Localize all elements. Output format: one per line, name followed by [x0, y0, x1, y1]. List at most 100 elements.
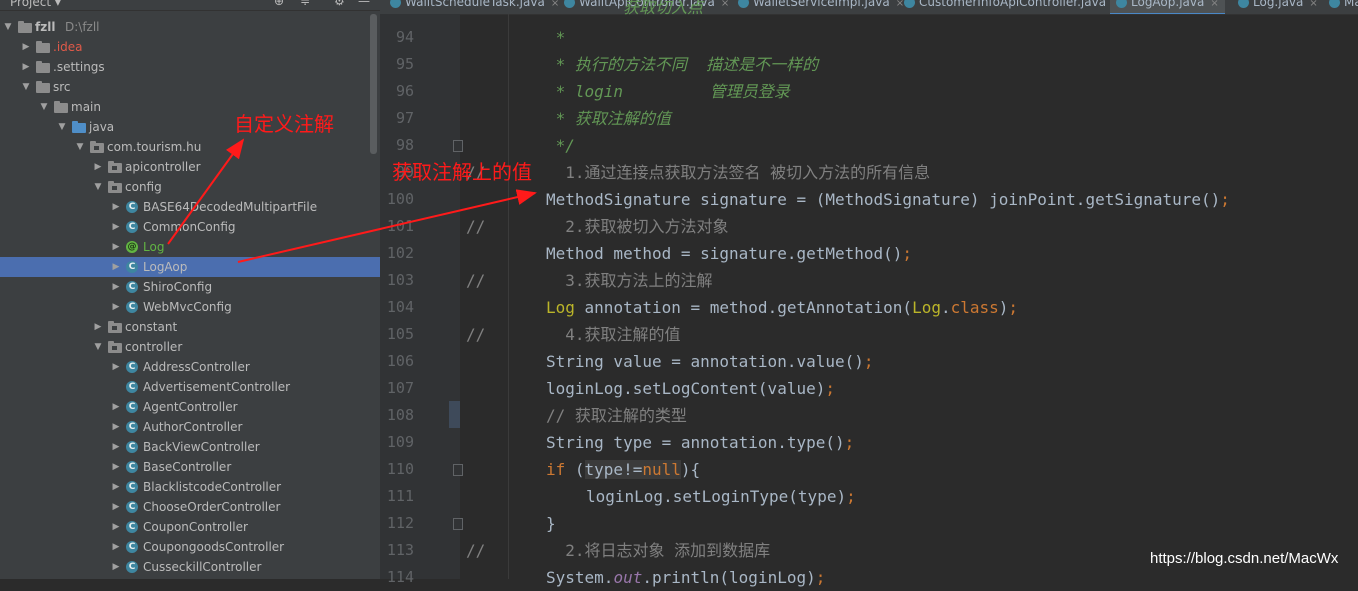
editor-tab[interactable]: Log.java × [1232, 0, 1324, 13]
code-line[interactable]: System.out.println(loginLog); [546, 564, 825, 591]
collapsed-arrow-icon[interactable]: ▶ [110, 237, 122, 257]
collapsed-arrow-icon[interactable]: ▶ [110, 277, 122, 297]
collapsed-arrow-icon[interactable]: ▶ [110, 557, 122, 577]
code-line[interactable]: if (type!=null){ [546, 456, 700, 483]
code-line[interactable]: // 获取注解的类型 [546, 402, 687, 429]
line-number: 102 [386, 244, 414, 262]
code-line[interactable]: * 获取注解的值 [546, 105, 671, 132]
code-line[interactable]: 3.获取方法上的注解 [546, 267, 712, 294]
collapsed-arrow-icon[interactable]: ▶ [110, 477, 122, 497]
close-tab-icon[interactable]: × [1210, 0, 1218, 9]
tree-item-idea[interactable]: ▶ .idea [0, 37, 380, 57]
collapsed-arrow-icon[interactable]: ▶ [110, 517, 122, 537]
project-scrollbar[interactable] [370, 14, 377, 154]
line-number: 96 [395, 82, 414, 100]
code-line[interactable]: 2.将日志对象 添加到数据库 [546, 537, 770, 564]
project-panel-title[interactable]: Project ▾ [10, 0, 61, 9]
collapsed-arrow-icon[interactable]: ▶ [110, 437, 122, 457]
tree-item-chooseordercontroller[interactable]: ▶ C ChooseOrderController [0, 497, 380, 517]
editor-tab[interactable]: WalletServiceImpl.java × [732, 0, 910, 13]
code-line[interactable]: * 执行的方法不同 描述是不一样的 [546, 51, 819, 78]
editor-tab[interactable]: Ma [1323, 0, 1358, 13]
code-line[interactable]: String type = annotation.type(); [546, 429, 854, 456]
tree-item-apicontroller[interactable]: ▶ apicontroller [0, 157, 380, 177]
editor-tab[interactable]: CustomerInfoApiController.java× [898, 0, 1126, 13]
code-line[interactable]: * login 管理员登录 [546, 78, 790, 105]
code-line[interactable]: */ [546, 132, 575, 159]
tree-item-com-tourism-hu[interactable]: ▼ com.tourism.hu [0, 137, 380, 157]
collapsed-arrow-icon[interactable]: ▶ [110, 297, 122, 317]
tree-item-backviewcontroller[interactable]: ▶ C BackViewController [0, 437, 380, 457]
collapsed-arrow-icon[interactable]: ▶ [110, 397, 122, 417]
code-line[interactable]: MethodSignature signature = (MethodSigna… [546, 186, 1230, 213]
expanded-arrow-icon[interactable]: ▼ [56, 117, 68, 137]
collapsed-arrow-icon[interactable]: ▶ [110, 457, 122, 477]
fold-marker-icon[interactable] [453, 518, 463, 530]
expanded-arrow-icon[interactable]: ▼ [74, 137, 86, 157]
code-line[interactable]: 4.获取注解的值 [546, 321, 680, 348]
collapsed-arrow-icon[interactable]: ▶ [110, 217, 122, 237]
collapsed-arrow-icon[interactable]: ▶ [92, 317, 104, 337]
editor-tab[interactable]: WalltScheduleTask.java × [384, 0, 565, 13]
code-line[interactable]: 2.获取被切入方法对象 [546, 213, 728, 240]
tree-item-config[interactable]: ▼ config [0, 177, 380, 197]
code-line[interactable]: loginLog.setLogContent(value); [546, 375, 835, 402]
tree-item-basecontroller[interactable]: ▶ C BaseController [0, 457, 380, 477]
expanded-arrow-icon[interactable]: ▼ [92, 337, 104, 357]
code-line[interactable]: String value = annotation.value(); [546, 348, 874, 375]
collapsed-arrow-icon[interactable]: ▶ [110, 257, 122, 277]
tree-item-settings[interactable]: ▶ .settings [0, 57, 380, 77]
code-line[interactable]: * [546, 24, 566, 51]
collapsed-arrow-icon[interactable]: ▶ [110, 357, 122, 377]
locate-icon[interactable]: ⊕ [274, 0, 284, 8]
collapsed-arrow-icon[interactable]: ▶ [20, 37, 32, 57]
collapsed-arrow-icon[interactable]: ▶ [110, 417, 122, 437]
tree-item-cusseckillcontroller[interactable]: ▶ C CusseckillController [0, 557, 380, 577]
tree-item-blacklistcodecontroller[interactable]: ▶ C BlacklistcodeController [0, 477, 380, 497]
tree-item-webmvcconfig[interactable]: ▶ C WebMvcConfig [0, 297, 380, 317]
expanded-arrow-icon[interactable]: ▼ [2, 17, 14, 37]
collapsed-arrow-icon[interactable]: ▶ [20, 57, 32, 77]
tree-item-log[interactable]: ▶ @ Log [0, 237, 380, 257]
tree-item-fzll[interactable]: ▼ fzll D:\fzll [0, 17, 380, 37]
tree-item-label: BlacklistcodeController [143, 480, 282, 494]
hide-panel-icon[interactable]: — [358, 0, 370, 8]
fold-marker-icon[interactable] [453, 140, 463, 152]
collapsed-arrow-icon[interactable]: ▶ [110, 197, 122, 217]
tree-item-controller[interactable]: ▼ controller [0, 337, 380, 357]
tree-item-agentcontroller[interactable]: ▶ C AgentController [0, 397, 380, 417]
tree-item-label: CommonConfig [143, 220, 236, 234]
tree-item-commonconfig[interactable]: ▶ C CommonConfig [0, 217, 380, 237]
watermark: https://blog.csdn.net/MacWx [1150, 550, 1339, 567]
tree-item-label: controller [125, 340, 183, 354]
tree-item-couponcontroller[interactable]: ▶ C CouponController [0, 517, 380, 537]
gear-icon[interactable]: ⚙ [334, 0, 345, 8]
tree-item-constant[interactable]: ▶ constant [0, 317, 380, 337]
editor-tab[interactable]: LogAop.java × [1110, 0, 1225, 14]
code-line[interactable]: Log annotation = method.getAnnotation(Lo… [546, 294, 1018, 321]
chevron-down-icon[interactable]: ▾ [55, 0, 61, 9]
code-line[interactable]: 1.通过连接点获取方法签名 被切入方法的所有信息 [546, 159, 930, 186]
code-token: ) [998, 298, 1009, 317]
code-line[interactable]: loginLog.setLoginType(type); [586, 483, 856, 510]
collapse-all-icon[interactable]: ≑ [300, 0, 310, 8]
collapsed-arrow-icon[interactable]: ▶ [92, 157, 104, 177]
tree-item-base64decodedmultipartfile[interactable]: ▶ C BASE64DecodedMultipartFile [0, 197, 380, 217]
tree-item-shiroconfig[interactable]: ▶ C ShiroConfig [0, 277, 380, 297]
code-line[interactable]: Method method = signature.getMethod(); [546, 240, 912, 267]
collapsed-arrow-icon[interactable]: ▶ [110, 497, 122, 517]
fold-marker-icon[interactable] [453, 464, 463, 476]
tree-item-coupongoodscontroller[interactable]: ▶ C CoupongoodsController [0, 537, 380, 557]
expanded-arrow-icon[interactable]: ▼ [92, 177, 104, 197]
tree-item-logaop[interactable]: ▶ C LogAop [0, 257, 380, 277]
code-line[interactable]: } [546, 510, 556, 537]
expanded-arrow-icon[interactable]: ▼ [38, 97, 50, 117]
tree-item-src[interactable]: ▼ src [0, 77, 380, 97]
tree-item-addresscontroller[interactable]: ▶ C AddressController [0, 357, 380, 377]
collapsed-arrow-icon[interactable]: ▶ [110, 537, 122, 557]
close-tab-icon[interactable]: × [721, 0, 729, 9]
close-tab-icon[interactable]: × [1309, 0, 1317, 9]
expanded-arrow-icon[interactable]: ▼ [20, 77, 32, 97]
tree-item-authorcontroller[interactable]: ▶ C AuthorController [0, 417, 380, 437]
tree-item-advertisementcontroller[interactable]: C AdvertisementController [0, 377, 380, 397]
